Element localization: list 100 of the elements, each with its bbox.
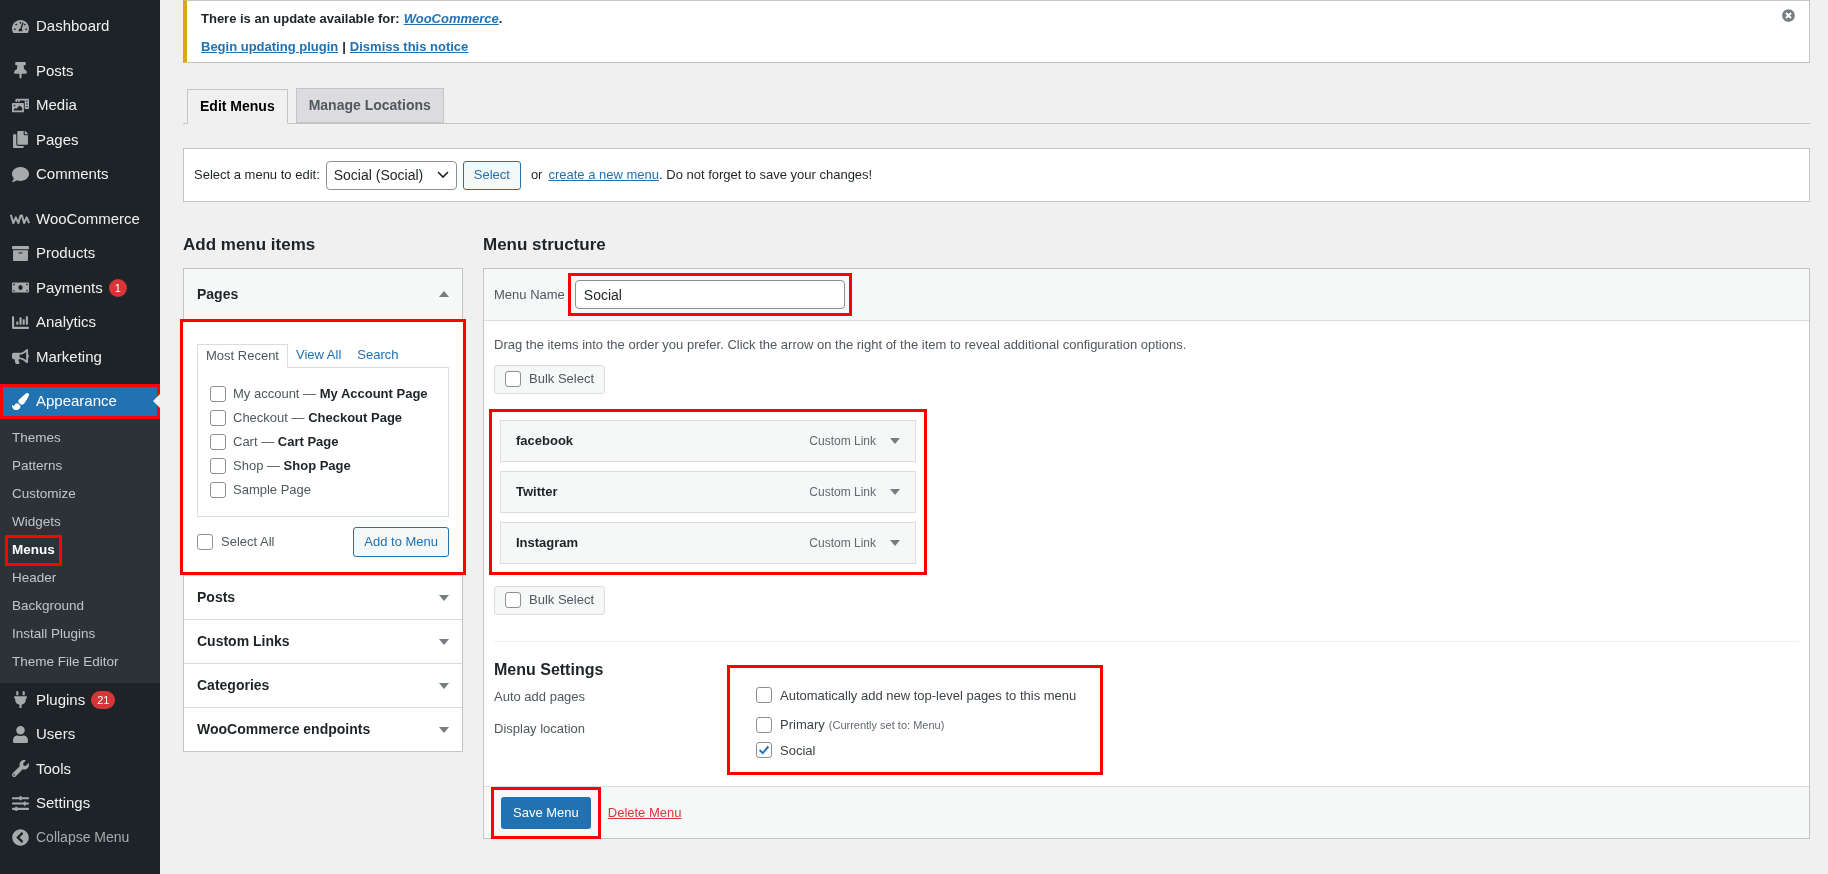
- chevron-icon: [436, 171, 449, 179]
- checkbox[interactable]: [505, 592, 521, 608]
- sidebar-item[interactable]: Tools: [0, 751, 160, 786]
- menu-item-bar[interactable]: Instagram Custom Link: [500, 521, 916, 564]
- create-menu-link[interactable]: create a new menu: [548, 165, 660, 185]
- submenu-item[interactable]: Background: [8, 594, 89, 619]
- option-label: Social: [780, 741, 816, 760]
- select-button[interactable]: Select: [462, 160, 521, 190]
- caret-icon: [439, 291, 449, 297]
- caret-icon: [439, 726, 449, 733]
- sidebar-item[interactable]: Plugins 21: [0, 682, 160, 717]
- menu-item-title: facebook: [516, 431, 574, 450]
- sidebar-item[interactable]: Dashboard: [0, 9, 160, 44]
- checkbox[interactable]: [210, 434, 226, 450]
- sidebar-item[interactable]: Posts: [0, 53, 160, 88]
- submenu-item[interactable]: Install Plugins: [8, 622, 100, 647]
- submenu-item[interactable]: Patterns: [8, 454, 67, 479]
- setting-label: Auto add pages: [494, 687, 587, 706]
- sidebar-item[interactable]: Products: [0, 236, 160, 271]
- checkbox[interactable]: [756, 742, 772, 759]
- tab[interactable]: Edit Menus: [187, 89, 288, 124]
- update-link[interactable]: Begin updating plugin: [201, 36, 339, 56]
- sidebar-item[interactable]: Comments: [0, 157, 160, 192]
- menu-item-bar[interactable]: facebook Custom Link: [500, 419, 916, 462]
- caret-icon: [890, 539, 900, 546]
- caret-icon: [439, 682, 449, 689]
- menu-item-type: Custom Link: [809, 483, 876, 501]
- checkbox[interactable]: [505, 371, 521, 387]
- option-label: Automatically add new top-level pages to this menu: [780, 686, 1077, 705]
- person-icon: [10, 725, 30, 743]
- reminder-text: . Do not forget to save your changes!: [659, 166, 873, 185]
- submenu-item[interactable]: Widgets: [8, 510, 65, 535]
- panel-tab[interactable]: Search: [349, 343, 407, 367]
- accordion-header[interactable]: Posts: [184, 576, 462, 619]
- caret-icon: [439, 594, 449, 601]
- sidebar-item[interactable]: Marketing: [0, 339, 160, 374]
- sidebar-item[interactable]: WooCommerce: [0, 201, 160, 236]
- sidebar-item[interactable]: Media: [0, 88, 160, 123]
- sidebar-item[interactable]: Appearance: [0, 384, 160, 419]
- sidebar-item[interactable]: Settings: [0, 786, 160, 821]
- menu-item-type: Custom Link: [809, 534, 876, 552]
- settings-heading: Menu Settings: [494, 659, 605, 680]
- checkbox[interactable]: [210, 482, 226, 498]
- checkbox[interactable]: [210, 386, 226, 402]
- caret-icon: [890, 488, 900, 495]
- box-icon: [10, 244, 30, 262]
- accordion-header[interactable]: Pages: [184, 269, 462, 319]
- select-label: Select a menu to edit:: [194, 166, 320, 185]
- pages-icon: [10, 131, 30, 149]
- setting-label: Display location: [494, 720, 587, 738]
- checkbox[interactable]: [210, 458, 226, 474]
- submenu-item[interactable]: Theme File Editor: [8, 650, 123, 675]
- notice-text: There is an update available for:: [201, 10, 400, 28]
- checkbox[interactable]: [197, 534, 213, 550]
- checkbox[interactable]: [210, 410, 226, 426]
- sidebar-item[interactable]: Collapse Menu: [0, 820, 160, 855]
- submenu-item[interactable]: Themes: [8, 426, 65, 451]
- menu-item-title: Instagram: [516, 533, 579, 552]
- caret-icon: [890, 437, 900, 444]
- panel-tab[interactable]: View All: [288, 343, 350, 367]
- sidebar-item[interactable]: Payments 1: [0, 270, 160, 305]
- page-label: Sample Page: [233, 481, 312, 500]
- menu-name-field[interactable]: Social: [574, 280, 845, 309]
- page-label: Cart — Cart Page: [233, 433, 339, 452]
- plugin-link[interactable]: WooCommerce: [403, 9, 499, 29]
- bulk-select-button[interactable]: Bulk Select: [494, 585, 606, 615]
- tab[interactable]: Manage Locations: [295, 88, 444, 123]
- close-icon[interactable]: [1782, 9, 1795, 25]
- bulk-select-button[interactable]: Bulk Select: [494, 364, 606, 394]
- sidebar-item[interactable]: Pages: [0, 122, 160, 157]
- checkbox[interactable]: [756, 716, 772, 733]
- submenu-item[interactable]: Customize: [8, 482, 80, 507]
- dismiss-link[interactable]: Dismiss this notice: [349, 36, 469, 56]
- panel-tab[interactable]: Most Recent: [197, 344, 288, 368]
- select-all-label: Select All: [221, 533, 275, 552]
- collapse-arrow-icon: [10, 829, 30, 847]
- bar-chart-icon: [10, 313, 30, 331]
- add-to-menu-button[interactable]: Add to Menu: [353, 527, 449, 557]
- delete-menu-link[interactable]: Delete Menu: [607, 802, 682, 823]
- accordion-header[interactable]: WooCommerce endpoints: [184, 708, 462, 751]
- page-label: Shop — Shop Page: [233, 457, 351, 476]
- submenu-item[interactable]: Header: [8, 566, 61, 591]
- accordion-header[interactable]: Categories: [184, 664, 462, 707]
- paintbrush-icon: [10, 392, 30, 410]
- sidebar-item[interactable]: Analytics: [0, 305, 160, 340]
- count-badge: 21: [91, 690, 116, 709]
- accordion-header[interactable]: Custom Links: [184, 620, 462, 663]
- submenu-item[interactable]: Menus: [8, 538, 59, 563]
- checkbox[interactable]: [756, 687, 772, 704]
- save-menu-button[interactable]: Save Menu: [501, 796, 591, 829]
- gauge-icon: [10, 17, 30, 35]
- section-heading: Add menu items: [183, 234, 317, 256]
- speech-bubble-icon: [10, 165, 30, 183]
- option-label: Primary: [780, 716, 825, 734]
- menu-item-bar[interactable]: Twitter Custom Link: [500, 470, 916, 513]
- w-logo-icon: [10, 212, 30, 225]
- menu-dropdown[interactable]: Social (Social): [325, 160, 457, 190]
- sidebar-item[interactable]: Users: [0, 717, 160, 752]
- caret-icon: [439, 638, 449, 645]
- separator-text: |: [342, 37, 346, 56]
